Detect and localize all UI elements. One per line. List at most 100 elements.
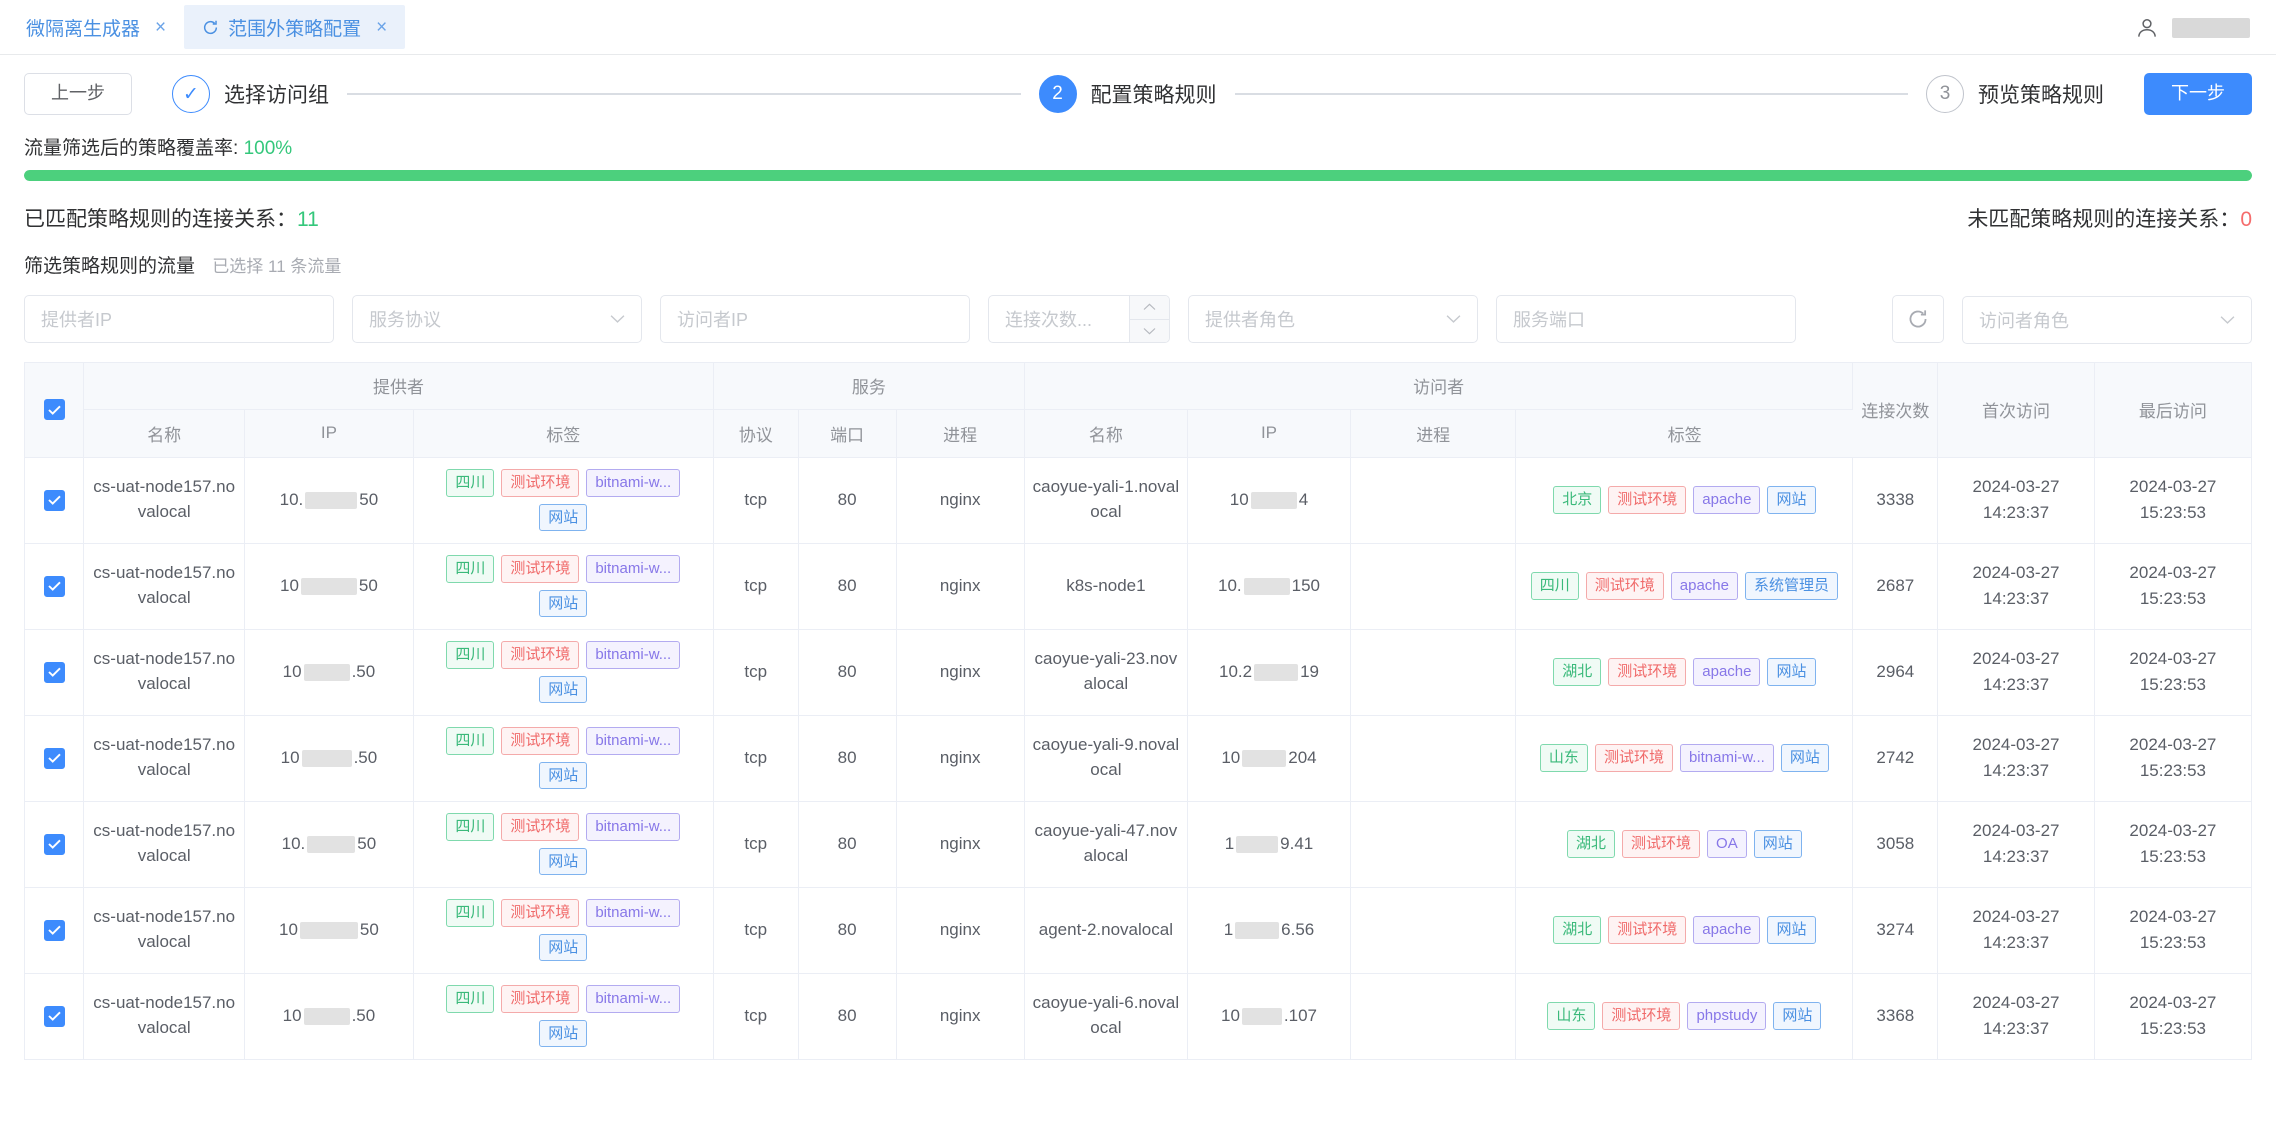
next-step-button[interactable]: 下一步 bbox=[2144, 73, 2252, 115]
tag-item[interactable]: 测试环境 bbox=[501, 985, 580, 1013]
stepper-decrement-icon[interactable] bbox=[1130, 320, 1169, 343]
tag-item[interactable]: 测试环境 bbox=[501, 641, 580, 669]
table-row[interactable]: cs-uat-node157.novalocal10.50四川测试环境bitna… bbox=[25, 457, 2251, 544]
tag-item[interactable]: 测试环境 bbox=[1608, 916, 1687, 944]
tag-item[interactable]: 测试环境 bbox=[501, 555, 580, 583]
prev-step-button[interactable]: 上一步 bbox=[24, 73, 132, 115]
tag-item[interactable]: 四川 bbox=[446, 899, 495, 927]
tab-microsegmentation-generator[interactable]: 微隔离生成器 × bbox=[8, 5, 184, 49]
tag-item[interactable]: 系统管理员 bbox=[1744, 572, 1838, 600]
filter-refresh-button[interactable] bbox=[1892, 295, 1944, 343]
filter-provider-ip-input[interactable]: 提供者IP bbox=[24, 295, 334, 343]
provider-tag-list: 四川 测试环境 bitnami-w... 网站 bbox=[420, 469, 707, 531]
cell-connection-count: 3274 bbox=[1852, 887, 1939, 974]
row-checkbox[interactable] bbox=[43, 747, 65, 769]
tag-item[interactable]: 网站 bbox=[1767, 916, 1816, 944]
tag-item[interactable]: 湖北 bbox=[1553, 916, 1602, 944]
tag-item[interactable]: bitnami-w... bbox=[586, 555, 681, 583]
tag-item[interactable]: bitnami-w... bbox=[586, 469, 681, 497]
tag-item[interactable]: 网站 bbox=[539, 589, 588, 617]
row-checkbox[interactable] bbox=[43, 575, 65, 597]
table-row[interactable]: cs-uat-node157.novalocal10.50四川测试环境bitna… bbox=[25, 629, 2251, 716]
tag-item[interactable]: 测试环境 bbox=[501, 469, 580, 497]
tag-item[interactable]: apache bbox=[1693, 486, 1761, 514]
table-row[interactable]: cs-uat-node157.novalocal10.50四川测试环境bitna… bbox=[25, 801, 2251, 888]
cell-process: nginx bbox=[896, 973, 1025, 1060]
row-checkbox[interactable] bbox=[43, 833, 65, 855]
tag-item[interactable]: 网站 bbox=[539, 675, 588, 703]
tag-item[interactable]: 网站 bbox=[1773, 1002, 1822, 1030]
cell-process: nginx bbox=[896, 629, 1025, 716]
stepper-buttons[interactable] bbox=[1129, 296, 1169, 342]
tag-item[interactable]: 网站 bbox=[539, 1019, 588, 1047]
tag-item[interactable]: 四川 bbox=[446, 813, 495, 841]
tag-item[interactable]: phpstudy bbox=[1687, 1002, 1767, 1030]
tag-item[interactable]: bitnami-w... bbox=[586, 899, 681, 927]
select-all-checkbox[interactable] bbox=[43, 399, 65, 421]
row-checkbox[interactable] bbox=[43, 919, 65, 941]
tag-item[interactable]: 网站 bbox=[539, 933, 588, 961]
tag-item[interactable]: 四川 bbox=[446, 555, 495, 583]
step-select-access-group[interactable]: ✓ 选择访问组 bbox=[172, 75, 329, 113]
tab-out-of-scope-policy-config[interactable]: 范围外策略配置 × bbox=[184, 5, 406, 49]
tag-item[interactable]: 网站 bbox=[539, 761, 588, 789]
tag-item[interactable]: apache bbox=[1670, 572, 1738, 600]
tag-item[interactable]: 网站 bbox=[1767, 658, 1816, 686]
tag-item[interactable]: 网站 bbox=[539, 503, 588, 531]
tag-item[interactable]: 四川 bbox=[446, 641, 495, 669]
tag-item[interactable]: 测试环境 bbox=[1594, 744, 1673, 772]
step-preview-policy-rules[interactable]: 3 预览策略规则 bbox=[1926, 75, 2104, 113]
step-configure-policy-rules[interactable]: 2 配置策略规则 bbox=[1038, 75, 1217, 113]
tag-item[interactable]: apache bbox=[1693, 658, 1761, 686]
filter-connection-count-stepper[interactable]: 连接次数... bbox=[988, 295, 1170, 343]
tag-item[interactable]: 网站 bbox=[1780, 744, 1829, 772]
tag-item[interactable]: 湖北 bbox=[1567, 830, 1616, 858]
ip-prefix: 10 bbox=[1220, 1006, 1240, 1025]
filter-service-port-input[interactable]: 服务端口 bbox=[1496, 295, 1796, 343]
tag-item[interactable]: apache bbox=[1693, 916, 1761, 944]
row-checkbox[interactable] bbox=[43, 661, 65, 683]
table-row[interactable]: cs-uat-node157.novalocal10.50四川测试环境bitna… bbox=[25, 715, 2251, 802]
filter-visitor-role-select[interactable]: 访问者角色 bbox=[1962, 296, 2252, 344]
tab-close-icon[interactable]: × bbox=[376, 18, 387, 37]
tag-item[interactable]: bitnami-w... bbox=[586, 985, 681, 1013]
tag-item[interactable]: OA bbox=[1707, 830, 1747, 858]
tag-item[interactable]: 四川 bbox=[446, 727, 495, 755]
tag-item[interactable]: 测试环境 bbox=[501, 899, 580, 927]
table-row[interactable]: cs-uat-node157.novalocal10.50四川测试环境bitna… bbox=[25, 973, 2251, 1060]
tag-item[interactable]: 测试环境 bbox=[501, 813, 580, 841]
cell-process: nginx bbox=[896, 543, 1025, 630]
tag-item[interactable]: 四川 bbox=[446, 469, 495, 497]
cell-visitor-tags: 山东 测试环境 phpstudy 网站 bbox=[1515, 973, 1854, 1060]
tag-item[interactable]: 网站 bbox=[1767, 486, 1816, 514]
tag-item[interactable]: 网站 bbox=[539, 847, 588, 875]
table-row[interactable]: cs-uat-node157.novalocal 10 50 四川 测试环境 bitnam… bbox=[25, 543, 2251, 630]
row-checkbox[interactable] bbox=[43, 1005, 65, 1027]
tag-item[interactable]: 测试环境 bbox=[1602, 1002, 1681, 1030]
tag-item[interactable]: bitnami-w... bbox=[586, 641, 681, 669]
tab-close-icon[interactable]: × bbox=[155, 18, 166, 37]
tag-item[interactable]: bitnami-w... bbox=[586, 727, 681, 755]
filter-visitor-ip-input[interactable]: 访问者IP bbox=[660, 295, 970, 343]
filter-service-protocol-select[interactable]: 服务协议 bbox=[352, 295, 642, 343]
filter-provider-role-select[interactable]: 提供者角色 bbox=[1188, 295, 1478, 343]
stepper-increment-icon[interactable] bbox=[1130, 296, 1169, 320]
user-icon[interactable] bbox=[2134, 15, 2160, 41]
tag-item[interactable]: 测试环境 bbox=[1608, 658, 1687, 686]
table-row[interactable]: cs-uat-node157.novalocal 10 50 四川 测试环境 bitnam… bbox=[25, 887, 2251, 974]
tag-item[interactable]: 测试环境 bbox=[501, 727, 580, 755]
tag-item[interactable]: 四川 bbox=[1530, 572, 1579, 600]
tag-item[interactable]: 测试环境 bbox=[1608, 486, 1687, 514]
chevron-down-icon bbox=[1446, 311, 1461, 328]
tag-item[interactable]: 湖北 bbox=[1553, 658, 1602, 686]
tag-item[interactable]: bitnami-w... bbox=[586, 813, 681, 841]
row-checkbox[interactable] bbox=[43, 489, 65, 511]
tag-item[interactable]: 山东 bbox=[1547, 1002, 1596, 1030]
tag-item[interactable]: 北京 bbox=[1553, 486, 1602, 514]
tag-item[interactable]: 山东 bbox=[1539, 744, 1588, 772]
tag-item[interactable]: 四川 bbox=[446, 985, 495, 1013]
tag-item[interactable]: 测试环境 bbox=[1585, 572, 1664, 600]
tag-item[interactable]: bitnami-w... bbox=[1679, 744, 1774, 772]
tag-item[interactable]: 测试环境 bbox=[1622, 830, 1701, 858]
tag-item[interactable]: 网站 bbox=[1753, 830, 1802, 858]
